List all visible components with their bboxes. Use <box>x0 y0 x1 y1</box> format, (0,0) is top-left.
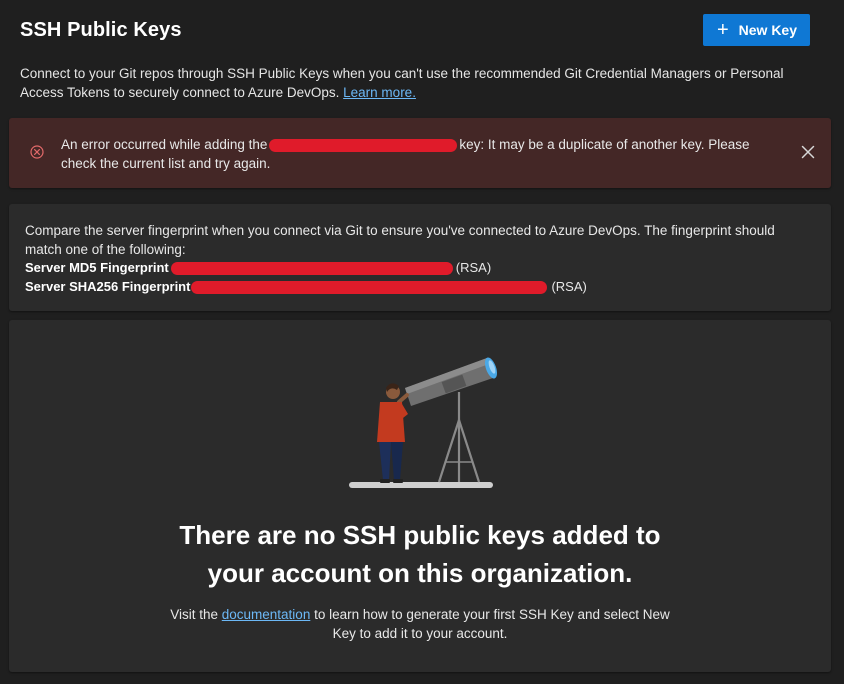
new-key-button[interactable]: + New Key <box>702 14 810 46</box>
empty-state-title: There are no SSH public keys added to yo… <box>9 516 831 592</box>
fingerprint-card: Compare the server fingerprint when you … <box>9 204 831 311</box>
sha256-suffix: (RSA) <box>551 279 587 294</box>
header: SSH Public Keys + New Key <box>20 14 810 46</box>
sha256-label: Server SHA256 Fingerprint <box>25 279 191 294</box>
error-banner: An error occurred while adding the key: I… <box>9 118 831 188</box>
sha256-fingerprint-row: Server SHA256 Fingerprint (RSA) <box>25 279 587 295</box>
redacted-sha256 <box>191 281 548 295</box>
telescope-illustration <box>349 357 498 488</box>
learn-more-link[interactable]: Learn more. <box>343 85 416 100</box>
fingerprint-intro: Compare the server fingerprint when you … <box>25 223 775 257</box>
redacted-key-name <box>269 138 458 152</box>
md5-label: Server MD5 Fingerprint <box>25 260 169 275</box>
plus-icon: + <box>716 19 729 41</box>
documentation-link[interactable]: documentation <box>222 607 311 622</box>
intro-text: Connect to your Git repos through SSH Pu… <box>20 64 820 102</box>
desc-after: to learn how to generate your first SSH … <box>310 607 670 641</box>
new-key-label: New Key <box>738 22 797 38</box>
desc-before: Visit the <box>170 607 222 622</box>
redacted-md5 <box>170 262 453 276</box>
empty-title-line2: your account on this organization. <box>207 558 633 588</box>
error-message: An error occurred while adding the key: I… <box>61 135 766 173</box>
error-prefix: An error occurred while adding the <box>61 137 268 152</box>
empty-state-card: There are no SSH public keys added to yo… <box>9 320 831 672</box>
page: SSH Public Keys + New Key Connect to you… <box>0 0 844 684</box>
empty-state-description: Visit the documentation to learn how to … <box>169 605 671 643</box>
md5-suffix: (RSA) <box>455 260 492 275</box>
empty-title-line1: There are no SSH public keys added to <box>179 520 661 550</box>
error-circle-icon <box>30 145 44 159</box>
close-icon[interactable] <box>799 143 817 161</box>
md5-fingerprint-row: Server MD5 Fingerprint (RSA) <box>25 260 492 276</box>
page-title: SSH Public Keys <box>20 18 182 41</box>
